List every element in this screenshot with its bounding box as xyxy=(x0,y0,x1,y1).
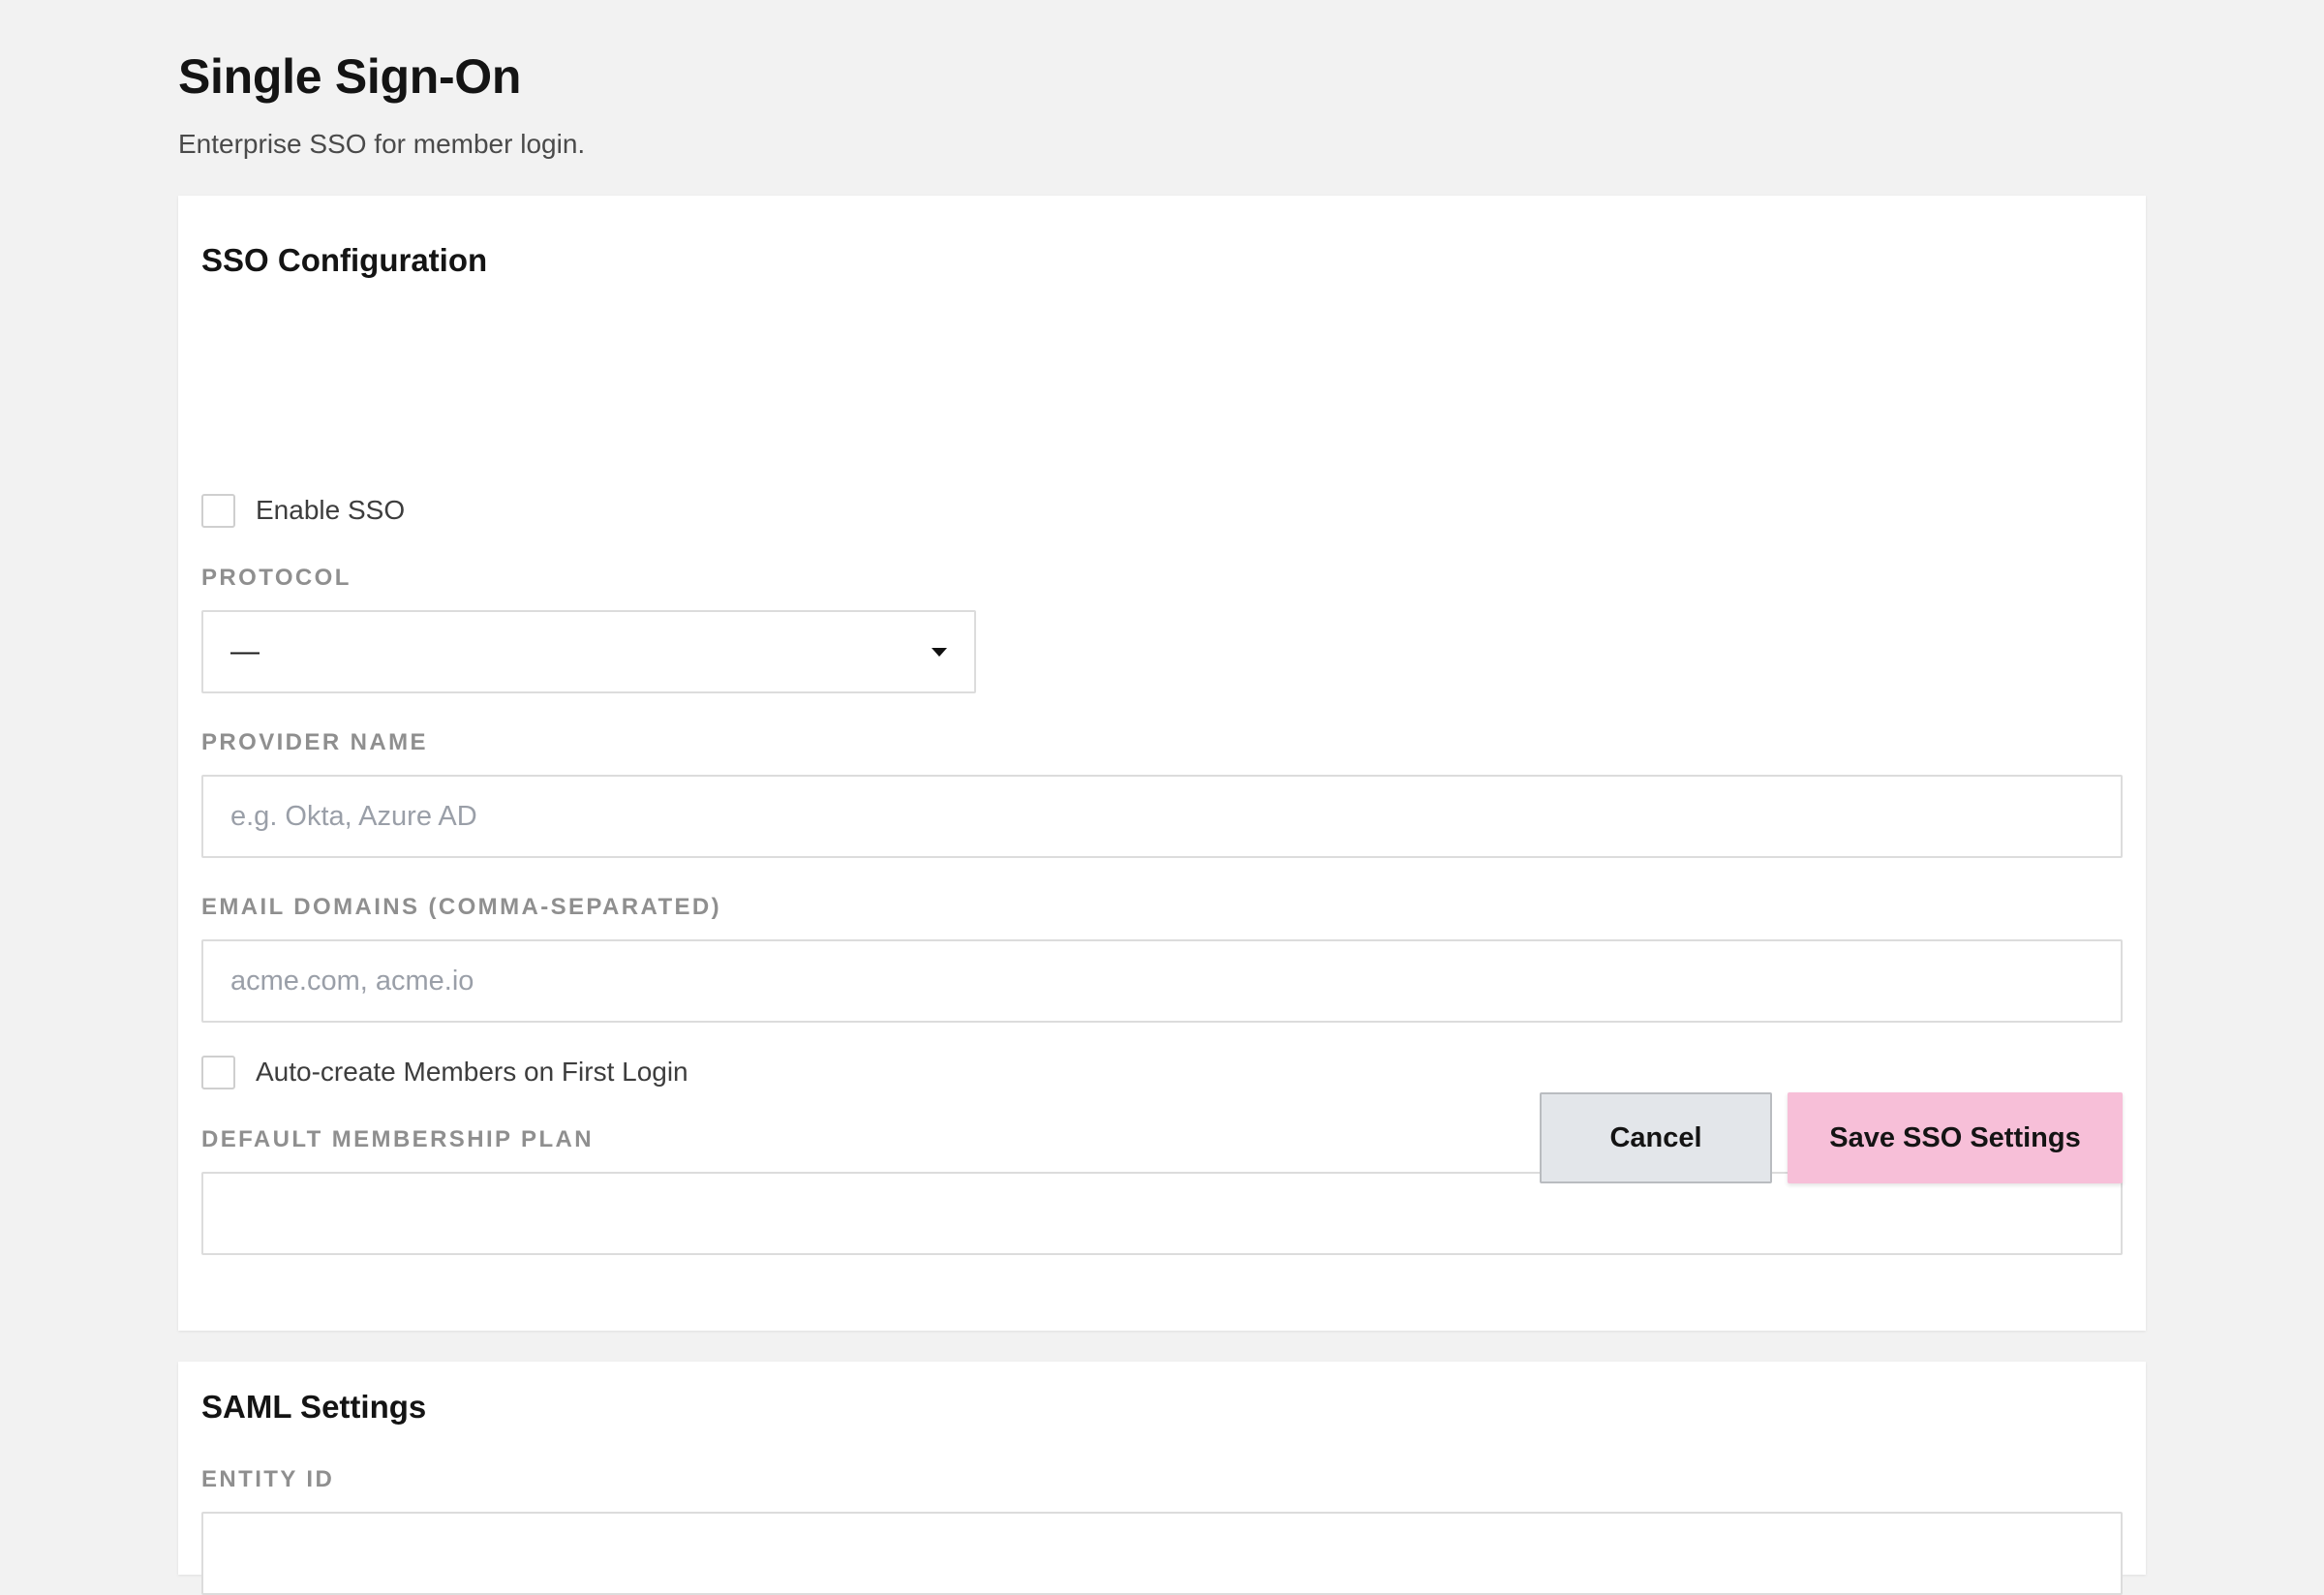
email-domains-label: EMAIL DOMAINS (COMMA-SEPARATED) xyxy=(201,894,722,920)
auto-create-members-row[interactable]: Auto-create Members on First Login xyxy=(201,1055,688,1089)
protocol-label: PROTOCOL xyxy=(201,565,352,591)
auto-create-members-label: Auto-create Members on First Login xyxy=(256,1057,688,1087)
sso-configuration-card: SSO Configuration Enable SSO PROTOCOL — … xyxy=(178,196,2146,1331)
provider-name-label: PROVIDER NAME xyxy=(201,729,428,755)
entity-id-label: ENTITY ID xyxy=(201,1466,335,1492)
default-membership-plan-input[interactable] xyxy=(201,1172,2123,1255)
protocol-select[interactable]: — xyxy=(201,610,976,693)
enable-sso-label: Enable SSO xyxy=(256,495,406,525)
saml-settings-card: SAML Settings ENTITY ID xyxy=(178,1362,2146,1595)
save-sso-settings-button[interactable]: Save SSO Settings xyxy=(1788,1092,2123,1183)
protocol-selected-value: — xyxy=(230,635,260,667)
enable-sso-row[interactable]: Enable SSO xyxy=(201,493,405,528)
entity-id-input[interactable] xyxy=(201,1512,2123,1595)
auto-create-members-checkbox[interactable] xyxy=(201,1055,235,1089)
card-title-saml-settings: SAML Settings xyxy=(201,1389,427,1425)
cancel-button[interactable]: Cancel xyxy=(1540,1092,1772,1183)
enable-sso-checkbox[interactable] xyxy=(201,493,235,528)
provider-name-input[interactable] xyxy=(201,775,2123,858)
card-title-sso-configuration: SSO Configuration xyxy=(201,242,488,278)
page-subtitle: Enterprise SSO for member login. xyxy=(178,129,586,159)
email-domains-input[interactable] xyxy=(201,939,2123,1023)
page-title: Single Sign-On xyxy=(178,49,522,104)
caret-down-icon xyxy=(932,647,947,657)
default-membership-plan-label: DEFAULT MEMBERSHIP PLAN xyxy=(201,1126,594,1152)
